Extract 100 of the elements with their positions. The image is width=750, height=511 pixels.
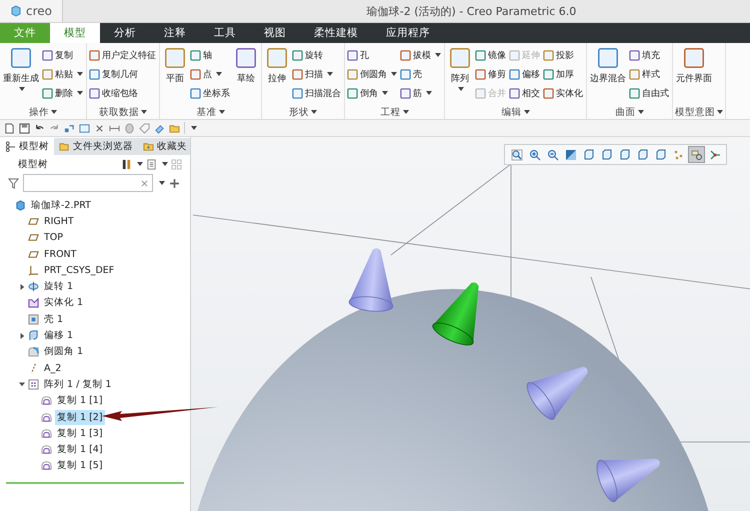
ribbon-button[interactable]: 重新生成: [2, 46, 40, 91]
ribbon-button[interactable]: 筋: [400, 84, 442, 102]
view-toolbar-button[interactable]: [689, 147, 704, 162]
group-menu-button[interactable]: 操作: [2, 105, 84, 119]
ribbon-button[interactable]: 倒圆角: [347, 65, 398, 83]
plus-icon[interactable]: [169, 178, 180, 188]
ribbon-button[interactable]: 收缩包络: [89, 84, 157, 102]
tree-item[interactable]: 倒圆角 1: [42, 344, 86, 360]
list-icon[interactable]: [146, 158, 157, 170]
tree-item[interactable]: 瑜伽球-2.PRT: [29, 198, 93, 213]
save-icon[interactable]: [19, 122, 30, 134]
group-menu-button[interactable]: 模型意图: [675, 105, 723, 119]
ribbon-tab[interactable]: 视图: [250, 23, 300, 43]
ribbon-button[interactable]: 元件界面: [675, 46, 713, 85]
tree-item[interactable]: PRT_CSYS_DEF: [42, 264, 116, 277]
panel-tab[interactable]: 文件夹浏览器: [54, 138, 138, 155]
plane-icon: [28, 216, 39, 227]
view-toolbar-button[interactable]: [545, 147, 560, 162]
tree-item[interactable]: 复制 1 [5]: [55, 458, 105, 474]
ribbon-button[interactable]: 拉伸: [264, 46, 290, 85]
ribbon-tab[interactable]: 应用程序: [372, 23, 444, 43]
panel-tab[interactable]: 收藏夹: [138, 138, 192, 155]
tree-item[interactable]: FRONT: [42, 248, 78, 261]
ribbon-button[interactable]: 相交: [509, 84, 541, 102]
ribbon-tab[interactable]: 柔性建模: [300, 23, 372, 43]
ribbon-button[interactable]: 扫描混合: [292, 84, 342, 102]
view-toolbar-button[interactable]: [509, 147, 524, 162]
folder-icon[interactable]: [169, 122, 180, 134]
group-menu-button[interactable]: 编辑: [447, 105, 584, 119]
ribbon-button[interactable]: 填充: [629, 46, 670, 64]
view-toolbar-button[interactable]: [527, 147, 542, 162]
ribbon-button[interactable]: 自由式: [629, 84, 670, 102]
shell-icon: [28, 314, 39, 325]
group-menu-button[interactable]: 获取数据: [89, 105, 157, 119]
caret-icon: [159, 181, 165, 185]
ribbon-tab[interactable]: 模型: [50, 23, 100, 43]
ribbon-tab[interactable]: 注释: [150, 23, 200, 43]
group-menu-button[interactable]: 工程: [347, 105, 442, 119]
group-menu-button[interactable]: 曲面: [589, 105, 670, 119]
tree-item[interactable]: 复制 1 [2]: [55, 410, 105, 424]
zoom-out-icon: [546, 148, 558, 160]
tree-item[interactable]: 阵列 1 / 复制 1: [42, 376, 114, 392]
tree-item[interactable]: 复制 1 [1]: [55, 393, 105, 408]
filter-icon[interactable]: [8, 178, 19, 188]
ribbon-button[interactable]: 坐标系: [190, 84, 231, 102]
ribbon-button[interactable]: 孔: [347, 46, 398, 64]
collapse-arrow-icon[interactable]: [19, 381, 25, 388]
square-icon: [163, 46, 187, 70]
close-icon[interactable]: [94, 122, 105, 134]
ribbon-button[interactable]: 用户定义特征: [89, 46, 157, 64]
expand-arrow-icon[interactable]: [19, 284, 25, 290]
tree-item[interactable]: 偏移 1: [42, 328, 76, 344]
ribbon-button[interactable]: 加厚: [543, 65, 584, 83]
ribbon-tab[interactable]: 分析: [100, 23, 150, 43]
view-toolbar-button[interactable]: [563, 147, 578, 162]
ribbon-button[interactable]: 复制: [42, 46, 84, 64]
ribbon-button[interactable]: 阵列: [447, 46, 473, 91]
ribbon-button[interactable]: 复制几何: [89, 65, 157, 83]
ribbon-button[interactable]: 镜像: [475, 46, 507, 64]
square-icon: [400, 50, 411, 60]
ribbon-button[interactable]: 拔模: [400, 46, 442, 64]
square-icon: [292, 88, 303, 98]
panel-tab[interactable]: 模型树: [0, 138, 54, 155]
ribbon-button[interactable]: 旋转: [292, 46, 342, 64]
cylinder-icon[interactable]: [124, 122, 135, 134]
ribbon-button[interactable]: 点: [190, 65, 231, 83]
ribbon-button[interactable]: 样式: [629, 65, 670, 83]
ribbon-button[interactable]: 修剪: [475, 65, 507, 83]
ribbon-button[interactable]: 轴: [190, 46, 231, 64]
tree-item[interactable]: RIGHT: [42, 214, 76, 228]
square-icon: [347, 68, 358, 80]
tree-item[interactable]: TOP: [42, 231, 66, 244]
ribbon-button[interactable]: 边界混合: [589, 46, 627, 85]
ribbon-button[interactable]: 扫描: [292, 65, 342, 83]
tools-icon[interactable]: [121, 158, 132, 170]
file-icon[interactable]: [4, 122, 15, 134]
ribbon-button[interactable]: 实体化: [543, 84, 584, 102]
tree-item[interactable]: 实体化 1: [42, 295, 86, 310]
tree-item[interactable]: 壳 1: [42, 312, 66, 327]
tag-icon[interactable]: [139, 122, 150, 134]
ribbon-tab[interactable]: 工具: [200, 23, 250, 43]
ribbon-button[interactable]: 草绘: [233, 46, 259, 85]
ribbon-button[interactable]: 删除: [42, 84, 84, 102]
tree-item[interactable]: 复制 1 [3]: [55, 426, 105, 441]
zoom-in-icon: [528, 148, 540, 160]
ribbon-button[interactable]: 壳: [400, 65, 442, 83]
tree-item[interactable]: A_2: [42, 362, 64, 375]
clear-icon[interactable]: [141, 180, 148, 186]
group-menu-button[interactable]: 基准: [162, 105, 259, 119]
window-icon[interactable]: [79, 122, 90, 134]
expand-arrow-icon[interactable]: [19, 332, 25, 339]
ribbon-button[interactable]: 粘贴: [42, 65, 84, 83]
search-field[interactable]: [23, 174, 153, 192]
ribbon-button[interactable]: 平面: [162, 46, 188, 85]
tree-item[interactable]: 旋转 1: [42, 279, 76, 294]
group-menu-button[interactable]: 形状: [264, 105, 342, 119]
ribbon-button[interactable]: 偏移: [509, 65, 541, 83]
ribbon-button[interactable]: 倒角: [347, 84, 398, 102]
ribbon-button[interactable]: 投影: [543, 46, 584, 64]
tree-item[interactable]: 复制 1 [4]: [55, 442, 105, 458]
